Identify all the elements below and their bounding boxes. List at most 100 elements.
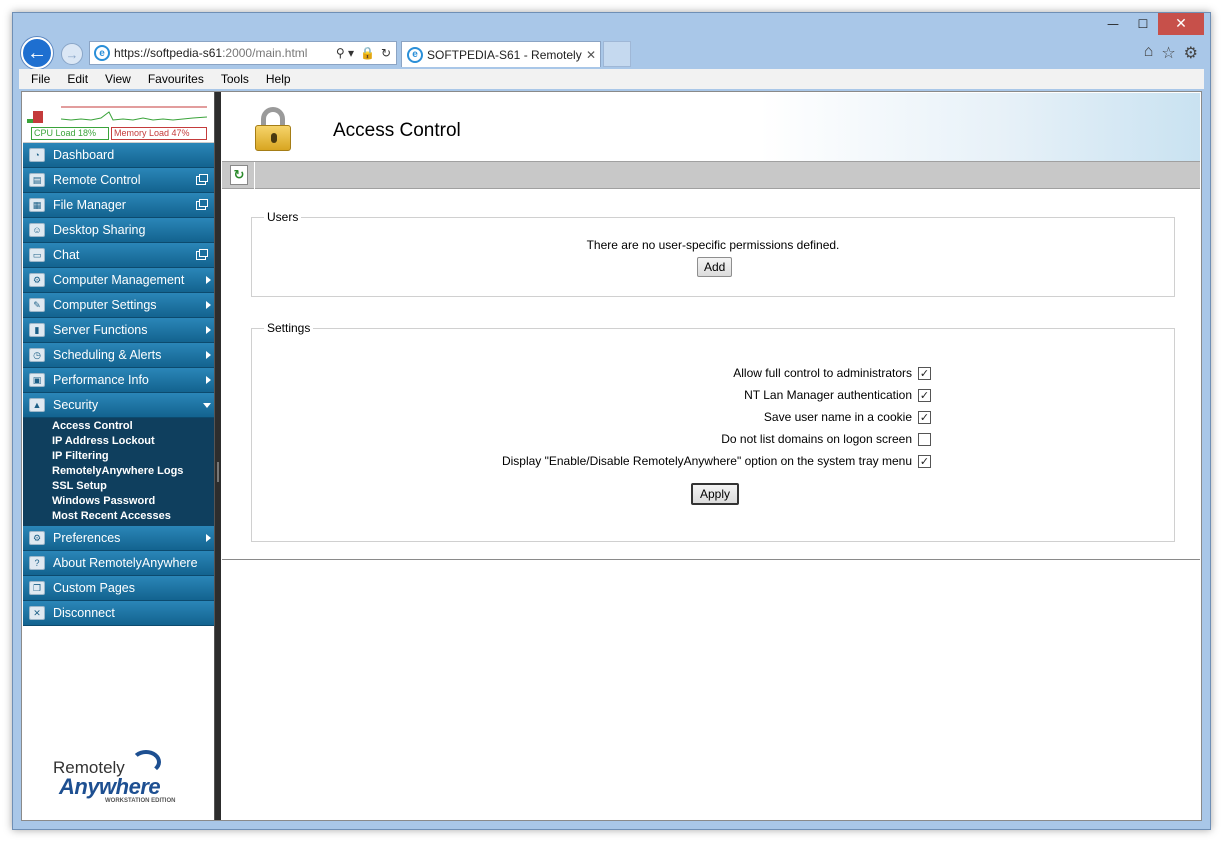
sidebar-item-dashboard[interactable]: ◔ Dashboard xyxy=(23,143,214,168)
settings-legend: Settings xyxy=(267,321,311,335)
popout-icon[interactable] xyxy=(196,173,208,185)
close-window-button[interactable]: ✕ xyxy=(1158,13,1204,35)
security-submenu: Access Control IP Address Lockout IP Filte… xyxy=(23,418,214,526)
address-tools: ⚲ ▾ 🔒 ↻ xyxy=(336,46,396,60)
submenu-item-remotelyanywhere-logs[interactable]: RemotelyAnywhere Logs xyxy=(23,464,214,479)
memory-bar xyxy=(33,111,43,123)
menu-favourites[interactable]: Favourites xyxy=(148,72,204,86)
file-manager-icon: ▦ xyxy=(29,198,45,212)
apply-button[interactable]: Apply xyxy=(691,483,740,505)
cpu-load-label: CPU Load 18% xyxy=(31,127,109,140)
menu-help[interactable]: Help xyxy=(266,72,291,86)
main-panel: Access Control ↻ Users There are no user… xyxy=(222,93,1200,560)
sidebar-item-disconnect[interactable]: ✕ Disconnect xyxy=(23,601,214,626)
sidebar-item-desktop-sharing[interactable]: ☺ Desktop Sharing xyxy=(23,218,214,243)
sidebar-item-label: File Manager xyxy=(53,198,126,212)
sidebar-item-label: Dashboard xyxy=(53,148,115,162)
submenu-item-access-control[interactable]: Access Control xyxy=(23,419,214,434)
menu-file[interactable]: File xyxy=(31,72,50,86)
sidebar-item-about-remotelyanywhere[interactable]: ? About RemotelyAnywhere xyxy=(23,551,214,576)
sidebar-item-file-manager[interactable]: ▦ File Manager xyxy=(23,193,214,218)
setting-label: Display "Enable/Disable RemotelyAnywhere… xyxy=(501,454,912,468)
refresh-button[interactable]: ↻ xyxy=(230,165,248,185)
refresh-icon[interactable]: ↻ xyxy=(381,46,391,60)
server-icon: ▮ xyxy=(29,323,45,337)
scheduling-icon: ◷ xyxy=(29,348,45,362)
menu-view[interactable]: View xyxy=(105,72,131,86)
setting-checkbox[interactable]: ✓ xyxy=(918,366,931,380)
browser-window: — ☐ ✕ ← → e https://softpedia-s61:2000/m… xyxy=(12,12,1211,830)
setting-label: NT Lan Manager authentication xyxy=(744,388,912,402)
sidebar: CPU Load 18% Memory Load 47% ◔ Dashboard ▤… xyxy=(23,93,214,820)
address-bar[interactable]: e https://softpedia-s61:2000/main.html ⚲… xyxy=(89,41,397,65)
chevron-right-icon xyxy=(206,301,211,309)
people-icon: ☺ xyxy=(29,223,45,237)
setting-checkbox[interactable]: ✓ xyxy=(918,410,931,424)
settings-group: Settings Allow full control to administr… xyxy=(251,321,1175,542)
sidebar-item-scheduling-and-alerts[interactable]: ◷ Scheduling & Alerts xyxy=(23,343,214,368)
submenu-item-ip-address-lockout[interactable]: IP Address Lockout xyxy=(23,434,214,449)
forward-button[interactable]: → xyxy=(61,43,83,65)
sidebar-item-remote-control[interactable]: ▤ Remote Control xyxy=(23,168,214,193)
monitor-icon: ▤ xyxy=(29,173,45,187)
submenu-item-most-recent-accesses[interactable]: Most Recent Accesses xyxy=(23,509,214,524)
submenu-item-windows-password[interactable]: Windows Password xyxy=(23,494,214,509)
splitter-grip[interactable] xyxy=(217,462,219,482)
sidebar-item-label: Preferences xyxy=(53,531,121,545)
sidebar-item-label: Scheduling & Alerts xyxy=(53,348,162,362)
sidebar-item-computer-settings[interactable]: ✎ Computer Settings xyxy=(23,293,214,318)
logo-edition: WORKSTATION EDITION xyxy=(105,798,176,804)
home-icon[interactable]: ⌂ xyxy=(1144,43,1154,63)
menu-tools[interactable]: Tools xyxy=(221,72,249,86)
browser-tab[interactable]: e SOFTPEDIA-S61 - Remotely... ✕ xyxy=(401,41,601,67)
popout-icon[interactable] xyxy=(196,248,208,260)
tab-title: SOFTPEDIA-S61 - Remotely... xyxy=(427,47,582,62)
sidebar-item-performance-info[interactable]: ▣ Performance Info xyxy=(23,368,214,393)
new-tab-button[interactable] xyxy=(603,41,631,67)
favorites-star-icon[interactable]: ☆ xyxy=(1161,43,1175,63)
sidebar-splitter[interactable] xyxy=(214,92,221,820)
submenu-item-ip-filtering[interactable]: IP Filtering xyxy=(23,449,214,464)
minimize-button[interactable]: — xyxy=(1098,13,1128,35)
sidebar-item-chat[interactable]: ▭ Chat xyxy=(23,243,214,268)
menu-edit[interactable]: Edit xyxy=(67,72,88,86)
padlock-icon xyxy=(255,107,291,151)
add-user-button[interactable]: Add xyxy=(697,257,733,277)
ie-icon: e xyxy=(94,45,110,61)
sidebar-item-custom-pages[interactable]: ❐ Custom Pages xyxy=(23,576,214,601)
setting-label: Allow full control to administrators xyxy=(733,366,912,380)
users-message: There are no user-specific permissions d… xyxy=(586,238,840,252)
lock-icon[interactable]: 🔒 xyxy=(360,46,375,60)
maximize-button[interactable]: ☐ xyxy=(1128,13,1158,35)
page-banner: Access Control xyxy=(222,93,1200,161)
address-url[interactable]: https://softpedia-s61:2000/main.html xyxy=(114,46,336,60)
sidebar-item-computer-management[interactable]: ⚙ Computer Management xyxy=(23,268,214,293)
security-lock-icon: ▲ xyxy=(29,398,45,412)
menu-bar: File Edit View Favourites Tools Help xyxy=(19,69,1204,89)
chevron-right-icon xyxy=(206,376,211,384)
sidebar-menu-bottom: ⚙ Preferences? About RemotelyAnywhere ❐ Cust… xyxy=(23,526,214,626)
users-group: Users There are no user-specific permiss… xyxy=(251,210,1175,297)
submenu-item-ssl-setup[interactable]: SSL Setup xyxy=(23,479,214,494)
tab-close-icon[interactable]: ✕ xyxy=(582,48,600,62)
sidebar-item-preferences[interactable]: ⚙ Preferences xyxy=(23,526,214,551)
back-button[interactable]: ← xyxy=(21,37,53,69)
computer-settings-icon: ✎ xyxy=(29,298,45,312)
sidebar-menu: ◔ Dashboard ▤ Remote Control ▦ File Manager ☺ D… xyxy=(23,143,214,418)
search-icon[interactable]: ⚲ ▾ xyxy=(336,46,354,60)
sidebar-item-label: Security xyxy=(53,398,99,412)
sidebar-item-security[interactable]: ▲ Security xyxy=(23,393,214,418)
about-icon: ? xyxy=(29,556,45,570)
setting-checkbox[interactable]: ✓ xyxy=(918,454,931,468)
settings-gear-icon[interactable]: ⚙ xyxy=(1184,43,1198,63)
setting-checkbox[interactable] xyxy=(918,432,931,446)
system-monitor: CPU Load 18% Memory Load 47% xyxy=(23,93,214,143)
sidebar-item-label: Chat xyxy=(53,248,80,262)
setting-checkbox[interactable]: ✓ xyxy=(918,388,931,402)
sidebar-item-server-functions[interactable]: ▮ Server Functions xyxy=(23,318,214,343)
chevron-right-icon xyxy=(206,534,211,542)
page-title: Access Control xyxy=(333,120,461,141)
popout-icon[interactable] xyxy=(196,198,208,210)
sidebar-item-label: Computer Settings xyxy=(53,298,157,312)
address-host: https://softpedia-s61 xyxy=(114,46,223,60)
